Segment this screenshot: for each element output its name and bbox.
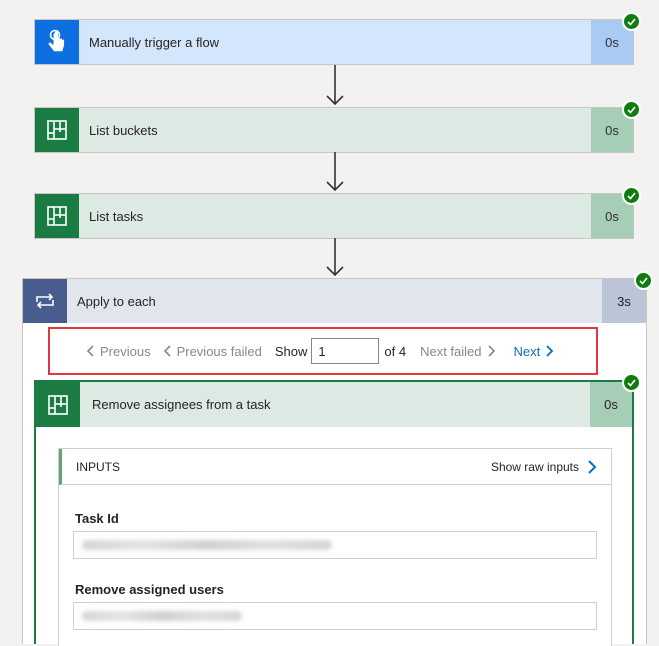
touch-hand-icon — [35, 20, 79, 64]
iteration-pager: Previous Previous failed Show of 4 Next … — [48, 327, 598, 375]
success-check-icon — [622, 100, 641, 119]
planner-icon — [35, 108, 79, 152]
show-raw-inputs-button[interactable]: Show raw inputs — [491, 460, 597, 474]
previous-label: Previous — [100, 343, 151, 359]
inputs-panel: INPUTS Show raw inputs Task Id Remove as… — [58, 448, 612, 646]
next-label: Next — [513, 343, 541, 359]
chevron-right-icon — [588, 459, 597, 474]
inputs-label: INPUTS — [76, 459, 121, 474]
iteration-number-input[interactable] — [311, 338, 380, 364]
redacted-value — [82, 611, 242, 621]
apply-to-each-title: Apply to each — [77, 293, 156, 309]
remove-assigned-users-field — [73, 602, 597, 630]
previous-failed-button[interactable]: Previous failed — [163, 344, 262, 359]
of-total-label: of 4 — [384, 343, 407, 359]
step-title: List tasks — [89, 208, 144, 224]
step-list-tasks[interactable]: List tasks 0s — [34, 193, 634, 239]
chevron-left-icon — [86, 345, 94, 357]
success-check-icon — [634, 271, 653, 290]
chevron-right-icon — [546, 345, 554, 357]
inputs-header: INPUTS Show raw inputs — [59, 449, 611, 485]
success-check-icon — [622, 373, 641, 392]
planner-icon — [36, 382, 80, 427]
step-title: List buckets — [89, 122, 158, 138]
arrow-down-icon — [326, 152, 344, 192]
success-check-icon — [622, 12, 641, 31]
show-label: Show — [274, 343, 308, 359]
arrow-down-icon — [326, 238, 344, 277]
task-id-field — [73, 531, 597, 559]
remove-assignees-card: Remove assignees from a task 0s INPUTS S… — [34, 380, 634, 646]
success-check-icon — [622, 186, 641, 205]
apply-to-each-header[interactable]: Apply to each 3s — [23, 279, 646, 323]
planner-icon — [35, 194, 79, 238]
previous-button[interactable]: Previous — [86, 344, 151, 359]
step-list-buckets[interactable]: List buckets 0s — [34, 107, 634, 153]
loop-icon — [23, 279, 67, 323]
remove-assignees-header[interactable]: Remove assignees from a task 0s — [36, 382, 632, 427]
step-title: Manually trigger a flow — [89, 34, 220, 50]
step-manually-trigger[interactable]: Manually trigger a flow 0s — [34, 19, 634, 65]
next-failed-label: Next failed — [420, 343, 482, 359]
arrow-down-icon — [326, 65, 344, 106]
previous-failed-label: Previous failed — [176, 343, 262, 359]
show-raw-inputs-label: Show raw inputs — [490, 459, 579, 474]
remove-assignees-title: Remove assignees from a task — [92, 397, 271, 412]
task-id-label: Task Id — [75, 511, 119, 526]
next-failed-button[interactable]: Next failed — [420, 344, 495, 359]
chevron-left-icon — [163, 345, 171, 357]
redacted-value — [82, 540, 332, 550]
next-button[interactable]: Next — [514, 344, 555, 359]
remove-assigned-users-label: Remove assigned users — [75, 582, 224, 597]
chevron-right-icon — [487, 345, 495, 357]
